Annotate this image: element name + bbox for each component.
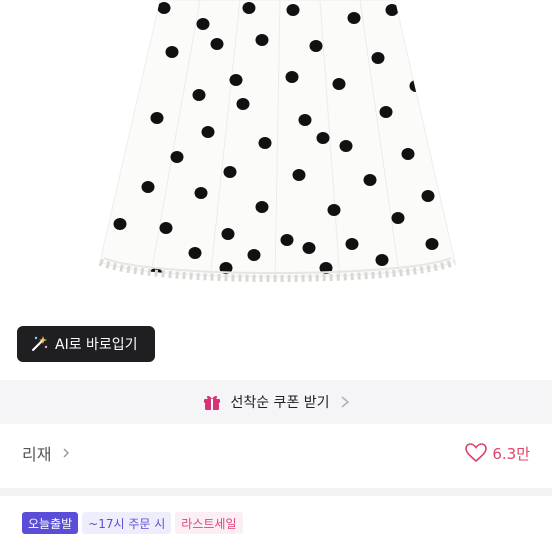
polka-dot [223, 166, 237, 178]
polka-dot [285, 71, 299, 83]
polka-dot [363, 174, 377, 186]
polka-dot [391, 212, 405, 224]
polka-dot [192, 89, 206, 101]
polka-dot [165, 46, 179, 58]
chevron-right-icon [61, 447, 71, 459]
polka-dot [371, 52, 385, 64]
polka-dot [316, 132, 330, 144]
polka-dot [421, 190, 435, 202]
material-likes-row: 리재 6.3만 [0, 430, 552, 476]
polka-dot [327, 204, 341, 216]
polka-dot [194, 187, 208, 199]
order-cutoff-badge: ~17시 주문 시 [82, 512, 172, 534]
polka-dot [210, 38, 224, 50]
polka-dot [188, 247, 202, 259]
polka-dot [157, 2, 171, 14]
like-count: 6.3만 [492, 444, 530, 463]
polka-dot [229, 74, 243, 86]
polka-dot [347, 12, 361, 24]
polka-dot [247, 249, 261, 261]
coupon-bar[interactable]: 선착순 쿠폰 받기 [0, 380, 552, 424]
polka-dot [113, 218, 127, 230]
polka-dot [375, 254, 389, 266]
last-sale-badge: 라스트세일 [175, 512, 243, 534]
polka-dot [401, 148, 415, 160]
polka-dot [150, 112, 164, 124]
shipping-badges: 오늘출발 ~17시 주문 시 라스트세일 [22, 512, 243, 534]
polka-dot [170, 151, 184, 163]
polka-dot [221, 228, 235, 240]
today-shipping-badge: 오늘출발 [22, 512, 79, 534]
polka-dot [425, 238, 439, 250]
polka-dot [379, 106, 393, 118]
polka-dot [302, 242, 316, 254]
coupon-label: 선착순 쿠폰 받기 [230, 395, 330, 411]
polka-dot [286, 4, 300, 16]
polka-dot [309, 40, 323, 52]
polka-dot [196, 18, 210, 30]
polka-dot [159, 222, 173, 234]
ai-try-on-label: AI로 바로입기 [55, 337, 138, 353]
chevron-right-icon [340, 395, 350, 409]
polka-dot-skirt-illustration [98, 0, 457, 282]
polka-dot [141, 181, 155, 193]
like-button[interactable]: 6.3만 [465, 443, 530, 464]
polka-dot [242, 2, 256, 14]
polka-dot [339, 140, 353, 152]
polka-dot [298, 114, 312, 126]
ai-try-on-button[interactable]: AI로 바로입기 [17, 326, 155, 362]
polka-dot [201, 126, 215, 138]
product-title-clipped [22, 540, 532, 552]
polka-dot [345, 238, 359, 250]
polka-dot [255, 34, 269, 46]
polka-dot [255, 201, 269, 213]
polka-dot [280, 234, 294, 246]
polka-dot [292, 169, 306, 181]
section-divider [0, 488, 552, 496]
gift-icon [202, 392, 222, 412]
polka-dot [332, 78, 346, 90]
polka-dot [258, 137, 272, 149]
heart-icon [465, 443, 488, 463]
material-link[interactable]: 리재 [22, 441, 51, 465]
magic-wand-icon [29, 334, 49, 354]
product-image[interactable] [0, 0, 552, 378]
polka-dot [236, 98, 250, 110]
